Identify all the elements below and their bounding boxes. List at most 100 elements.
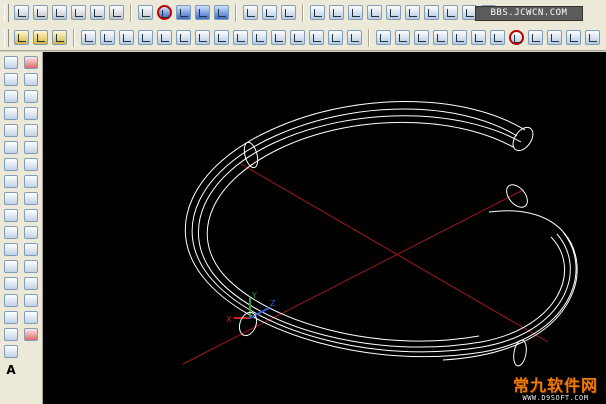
copy-edges-icon[interactable] xyxy=(233,30,248,45)
copy-icon[interactable] xyxy=(24,73,38,86)
interfere-icon[interactable] xyxy=(214,5,229,20)
scale-icon[interactable] xyxy=(24,175,38,188)
extrude-faces-icon[interactable] xyxy=(81,30,96,45)
imprint-icon[interactable] xyxy=(271,30,286,45)
rotate-icon[interactable] xyxy=(24,158,38,171)
break-icon[interactable] xyxy=(24,260,38,273)
brand-watermark: 常九软件网 WWW.D9SOFT.COM xyxy=(513,372,598,402)
copy-faces-icon[interactable] xyxy=(195,30,210,45)
gradient-icon[interactable] xyxy=(4,311,18,324)
check-icon[interactable] xyxy=(347,30,362,45)
axis-line xyxy=(240,163,549,343)
torus-icon[interactable] xyxy=(109,5,124,20)
solid-union-icon[interactable] xyxy=(14,30,29,45)
join-icon[interactable] xyxy=(24,277,38,290)
make-block-icon[interactable] xyxy=(4,260,18,273)
fillet-icon[interactable] xyxy=(24,311,38,324)
view-back-icon[interactable] xyxy=(405,5,420,20)
array-icon[interactable] xyxy=(24,124,38,137)
revision-cloud-icon[interactable] xyxy=(4,175,18,188)
view-sw-iso-icon[interactable] xyxy=(424,5,439,20)
multiline-text-icon[interactable]: A xyxy=(4,364,18,377)
toolbar-grip[interactable] xyxy=(4,28,9,47)
ellipse-arc-icon[interactable] xyxy=(4,226,18,239)
color-faces-icon[interactable] xyxy=(214,30,229,45)
stretch-icon[interactable] xyxy=(24,192,38,205)
explode-icon[interactable] xyxy=(24,328,38,341)
site-watermark: BBS.JCWCN.COM xyxy=(475,6,583,21)
rotate-faces-icon[interactable] xyxy=(157,30,172,45)
solid-subtract-icon[interactable] xyxy=(33,30,48,45)
offset-faces-icon[interactable] xyxy=(119,30,134,45)
cylinder-icon[interactable] xyxy=(52,5,67,20)
tube-end-cap-right xyxy=(506,184,528,208)
setup-profile-icon[interactable] xyxy=(281,5,296,20)
drawing-viewport[interactable]: Y Z X 常九软件网 WWW.D9SOFT.COM xyxy=(43,52,606,404)
chamfer-icon[interactable] xyxy=(24,294,38,307)
shell-icon[interactable] xyxy=(328,30,343,45)
box-icon[interactable] xyxy=(14,5,29,20)
toolbar-row-2 xyxy=(0,25,606,51)
ucs-world-icon[interactable] xyxy=(395,30,410,45)
clean-icon[interactable] xyxy=(290,30,305,45)
ucs-z-icon[interactable] xyxy=(585,30,600,45)
point-icon[interactable] xyxy=(4,277,18,290)
taper-faces-icon[interactable] xyxy=(176,30,191,45)
ucs-icon[interactable] xyxy=(376,30,391,45)
ucs-view-icon[interactable] xyxy=(471,30,486,45)
ucs-previous-icon[interactable] xyxy=(414,30,429,45)
toolbar-separator xyxy=(73,28,75,47)
setup-view-icon[interactable] xyxy=(262,5,277,20)
slice-icon[interactable] xyxy=(176,5,191,20)
rectangle-icon[interactable] xyxy=(4,124,18,137)
spline-icon[interactable] xyxy=(4,192,18,205)
arc-icon[interactable] xyxy=(4,141,18,154)
extrude-icon[interactable] xyxy=(138,5,153,20)
ucs-origin-icon[interactable] xyxy=(490,30,505,45)
line-icon[interactable] xyxy=(4,56,18,69)
ucs-object-icon[interactable] xyxy=(452,30,467,45)
toolbar-separator xyxy=(235,3,237,22)
move-icon[interactable] xyxy=(24,141,38,154)
view-front-icon[interactable] xyxy=(386,5,401,20)
section-icon[interactable] xyxy=(195,5,210,20)
view-right-icon[interactable] xyxy=(367,5,382,20)
revolve-icon[interactable] xyxy=(157,5,172,20)
view-top-icon[interactable] xyxy=(310,5,325,20)
setup-drawing-icon[interactable] xyxy=(243,5,258,20)
region-icon[interactable] xyxy=(4,328,18,341)
insert-block-icon[interactable] xyxy=(4,243,18,256)
polyline-icon[interactable] xyxy=(4,90,18,103)
table-icon[interactable] xyxy=(4,345,18,358)
ucs-3point-icon[interactable] xyxy=(528,30,543,45)
separate-icon[interactable] xyxy=(309,30,324,45)
ucs-y-icon[interactable] xyxy=(566,30,581,45)
cone-icon[interactable] xyxy=(71,5,86,20)
toolbar-grip[interactable] xyxy=(4,3,9,22)
ucs-x-icon[interactable] xyxy=(547,30,562,45)
ellipse-icon[interactable] xyxy=(4,209,18,222)
circle-icon[interactable] xyxy=(4,158,18,171)
construction-line-icon[interactable] xyxy=(4,73,18,86)
ucs-zaxis-icon[interactable] xyxy=(509,30,524,45)
erase-icon[interactable] xyxy=(24,56,38,69)
ucs-y-label: Y xyxy=(251,291,257,300)
polygon-icon[interactable] xyxy=(4,107,18,120)
solid-intersect-icon[interactable] xyxy=(52,30,67,45)
view-se-iso-icon[interactable] xyxy=(443,5,458,20)
wedge-icon[interactable] xyxy=(90,5,105,20)
delete-faces-icon[interactable] xyxy=(138,30,153,45)
extend-icon[interactable] xyxy=(24,226,38,239)
mirror-icon[interactable] xyxy=(24,90,38,103)
offset-icon[interactable] xyxy=(24,107,38,120)
drawing-canvas[interactable]: Y Z X xyxy=(43,52,606,404)
color-edges-icon[interactable] xyxy=(252,30,267,45)
break-at-point-icon[interactable] xyxy=(24,243,38,256)
view-bottom-icon[interactable] xyxy=(329,5,344,20)
view-left-icon[interactable] xyxy=(348,5,363,20)
ucs-face-icon[interactable] xyxy=(433,30,448,45)
move-faces-icon[interactable] xyxy=(100,30,115,45)
hatch-icon[interactable] xyxy=(4,294,18,307)
trim-icon[interactable] xyxy=(24,209,38,222)
sphere-icon[interactable] xyxy=(33,5,48,20)
